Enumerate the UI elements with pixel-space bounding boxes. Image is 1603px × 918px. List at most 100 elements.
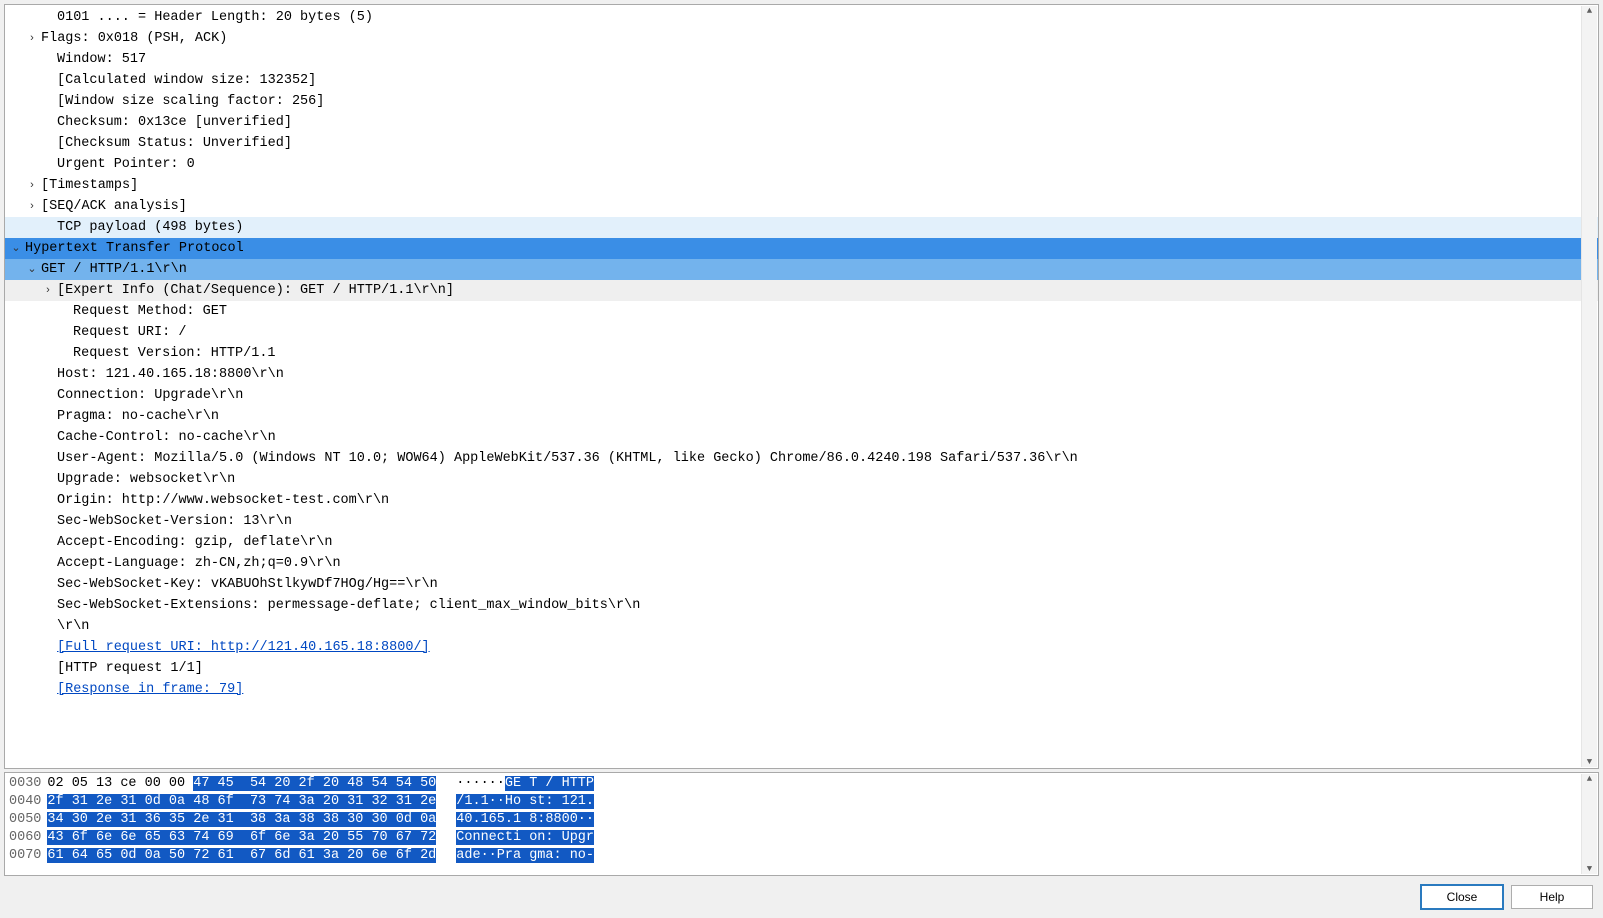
http-header-line[interactable]: ·Pragma: no-cache\r\n <box>5 406 1598 427</box>
http-header-line[interactable]: ·Upgrade: websocket\r\n <box>5 469 1598 490</box>
tree-item-label: Sec-WebSocket-Key: vKABUOhStlkywDf7HOg/H… <box>55 575 438 594</box>
disclosure-icon[interactable]: › <box>25 176 39 195</box>
http-header-line[interactable]: ·\r\n <box>5 616 1598 637</box>
tree-item-label: TCP payload (498 bytes) <box>55 218 243 237</box>
details-scrollbar[interactable]: ▲ ▼ <box>1581 6 1597 767</box>
http-request-field[interactable]: ·Request Version: HTTP/1.1 <box>5 343 1598 364</box>
tcp-field[interactable]: ·[Window size scaling factor: 256] <box>5 91 1598 112</box>
hex-row[interactable]: 0030 02 05 13 ce 00 00 47 45 54 20 2f 20 … <box>5 775 1598 793</box>
hex-row[interactable]: 0070 61 64 65 0d 0a 50 72 61 67 6d 61 3a … <box>5 847 1598 865</box>
http-header-line[interactable]: ·Accept-Encoding: gzip, deflate\r\n <box>5 532 1598 553</box>
tree-item-label: Sec-WebSocket-Version: 13\r\n <box>55 512 292 531</box>
tree-item-label: Pragma: no-cache\r\n <box>55 407 219 426</box>
tree-item-label: [Checksum Status: Unverified] <box>55 134 292 153</box>
tcp-field[interactable]: ·Checksum: 0x13ce [unverified] <box>5 112 1598 133</box>
packet-bytes-panel[interactable]: 0030 02 05 13 ce 00 00 47 45 54 20 2f 20 … <box>4 772 1599 876</box>
tcp-field[interactable]: ·[Checksum Status: Unverified] <box>5 133 1598 154</box>
tree-item-label: [SEQ/ACK analysis] <box>39 197 187 216</box>
http-header-line[interactable]: ·Origin: http://www.websocket-test.com\r… <box>5 490 1598 511</box>
dialog-button-bar: Close Help <box>4 876 1599 914</box>
hex-bytes: 34 30 2e 31 36 35 2e 31 38 3a 38 38 30 3… <box>47 812 436 827</box>
disclosure-icon[interactable]: › <box>41 281 55 300</box>
http-header-line[interactable]: ·Sec-WebSocket-Extensions: permessage-de… <box>5 595 1598 616</box>
tcp-field[interactable]: ·0101 .... = Header Length: 20 bytes (5) <box>5 7 1598 28</box>
http-header-line[interactable]: ·Connection: Upgrade\r\n <box>5 385 1598 406</box>
tree-item-label: Accept-Encoding: gzip, deflate\r\n <box>55 533 332 552</box>
tree-item-label: [Timestamps] <box>39 176 138 195</box>
hex-offset: 0030 <box>9 776 41 791</box>
scroll-up-icon[interactable]: ▲ <box>1587 774 1592 784</box>
help-button[interactable]: Help <box>1511 885 1593 909</box>
tcp-field[interactable]: ·[Calculated window size: 132352] <box>5 70 1598 91</box>
hex-bytes: 2f 31 2e 31 0d 0a 48 6f 73 74 3a 20 31 3… <box>47 794 436 809</box>
tcp-field[interactable]: ›[SEQ/ACK analysis] <box>5 196 1598 217</box>
hex-bytes: 02 05 13 ce 00 00 47 45 54 20 2f 20 48 5… <box>47 776 436 791</box>
ascii-bytes: Connecti on: Upgr <box>456 830 594 845</box>
ascii-bytes: /1.1··Ho st: 121. <box>456 794 594 809</box>
tree-item-label: 0101 .... = Header Length: 20 bytes (5) <box>55 8 373 27</box>
tree-item-label: Host: 121.40.165.18:8800\r\n <box>55 365 284 384</box>
tree-item-label: Hypertext Transfer Protocol <box>23 239 244 258</box>
tree-item-label: Request Version: HTTP/1.1 <box>71 344 276 363</box>
hex-offset: 0070 <box>9 848 41 863</box>
tree-item-label: Upgrade: websocket\r\n <box>55 470 235 489</box>
tree-item-label: Request Method: GET <box>71 302 227 321</box>
scroll-up-icon[interactable]: ▲ <box>1587 6 1592 16</box>
tree-item-label: User-Agent: Mozilla/5.0 (Windows NT 10.0… <box>55 449 1078 468</box>
tree-item-label: Cache-Control: no-cache\r\n <box>55 428 276 447</box>
http-header-line[interactable]: ·Sec-WebSocket-Key: vKABUOhStlkywDf7HOg/… <box>5 574 1598 595</box>
disclosure-icon[interactable]: ⌄ <box>25 260 39 279</box>
tree-item-label: Connection: Upgrade\r\n <box>55 386 243 405</box>
tree-item-label: [Window size scaling factor: 256] <box>55 92 324 111</box>
hex-offset: 0060 <box>9 830 41 845</box>
scroll-down-icon[interactable]: ▼ <box>1587 757 1592 767</box>
http-header-line[interactable]: ·Sec-WebSocket-Version: 13\r\n <box>5 511 1598 532</box>
bytes-scrollbar[interactable]: ▲ ▼ <box>1581 774 1597 874</box>
tree-item-label: \r\n <box>55 617 89 636</box>
tree-item-label: [HTTP request 1/1] <box>55 659 203 678</box>
protocol-header-http[interactable]: ⌄Hypertext Transfer Protocol <box>5 238 1598 259</box>
expert-info[interactable]: ›[Expert Info (Chat/Sequence): GET / HTT… <box>5 280 1598 301</box>
hex-bytes: 61 64 65 0d 0a 50 72 61 67 6d 61 3a 20 6… <box>47 848 436 863</box>
http-request-line[interactable]: ⌄GET / HTTP/1.1\r\n <box>5 259 1598 280</box>
tree-item-label: Checksum: 0x13ce [unverified] <box>55 113 292 132</box>
tcp-field[interactable]: ·Window: 517 <box>5 49 1598 70</box>
tree-item-label: [Calculated window size: 132352] <box>55 71 316 90</box>
tree-item-label: Flags: 0x018 (PSH, ACK) <box>39 29 227 48</box>
http-header-line[interactable]: ·Host: 121.40.165.18:8800\r\n <box>5 364 1598 385</box>
tree-item-label: Sec-WebSocket-Extensions: permessage-def… <box>55 596 640 615</box>
tcp-field[interactable]: ›[Timestamps] <box>5 175 1598 196</box>
close-button[interactable]: Close <box>1421 885 1503 909</box>
tree-item-label: GET / HTTP/1.1\r\n <box>39 260 187 279</box>
hex-offset: 0050 <box>9 812 41 827</box>
scroll-down-icon[interactable]: ▼ <box>1587 864 1592 874</box>
hex-bytes: 43 6f 6e 6e 65 63 74 69 6f 6e 3a 20 55 7… <box>47 830 436 845</box>
tree-item-label: Window: 517 <box>55 50 146 69</box>
tcp-field[interactable]: ·TCP payload (498 bytes) <box>5 217 1598 238</box>
tree-item-label: [Response in frame: 79] <box>55 680 243 699</box>
tree-item-label: Origin: http://www.websocket-test.com\r\… <box>55 491 389 510</box>
response-in-frame[interactable]: ·[Response in frame: 79] <box>5 679 1598 700</box>
tcp-field[interactable]: ·Urgent Pointer: 0 <box>5 154 1598 175</box>
ascii-bytes: ······GE T / HTTP <box>456 776 594 791</box>
disclosure-icon[interactable]: › <box>25 197 39 216</box>
http-header-line[interactable]: ·User-Agent: Mozilla/5.0 (Windows NT 10.… <box>5 448 1598 469</box>
full-request-uri[interactable]: ·[Full request URI: http://121.40.165.18… <box>5 637 1598 658</box>
http-request-field[interactable]: ·Request Method: GET <box>5 301 1598 322</box>
ascii-bytes: ade··Pra gma: no- <box>456 848 594 863</box>
http-header-line[interactable]: ·Cache-Control: no-cache\r\n <box>5 427 1598 448</box>
tree-item-label: Accept-Language: zh-CN,zh;q=0.9\r\n <box>55 554 341 573</box>
disclosure-icon[interactable]: ⌄ <box>9 239 23 258</box>
disclosure-icon[interactable]: › <box>25 29 39 48</box>
tree-item-label: [Expert Info (Chat/Sequence): GET / HTTP… <box>55 281 454 300</box>
http-header-line[interactable]: ·Accept-Language: zh-CN,zh;q=0.9\r\n <box>5 553 1598 574</box>
tree-item-label: Urgent Pointer: 0 <box>55 155 195 174</box>
http-request-field[interactable]: ·Request URI: / <box>5 322 1598 343</box>
hex-row[interactable]: 00402f 31 2e 31 0d 0a 48 6f 73 74 3a 20 … <box>5 793 1598 811</box>
tcp-field[interactable]: ›Flags: 0x018 (PSH, ACK) <box>5 28 1598 49</box>
hex-row[interactable]: 0050 34 30 2e 31 36 35 2e 31 38 3a 38 38 … <box>5 811 1598 829</box>
packet-details-panel[interactable]: ·0101 .... = Header Length: 20 bytes (5)… <box>4 4 1599 769</box>
http-request-count[interactable]: ·[HTTP request 1/1] <box>5 658 1598 679</box>
hex-row[interactable]: 0060 43 6f 6e 6e 65 63 74 69 6f 6e 3a 20 … <box>5 829 1598 847</box>
tree-item-label: Request URI: / <box>71 323 186 342</box>
